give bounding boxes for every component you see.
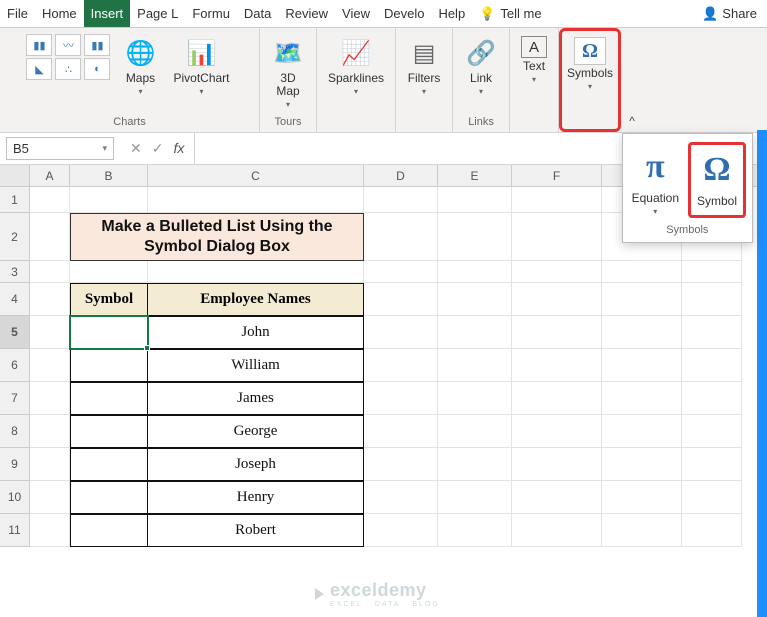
link-icon: 🔗	[464, 36, 498, 70]
chart-area-icon[interactable]: ◣	[26, 58, 52, 80]
row-3[interactable]: 3	[0, 261, 30, 283]
row-7[interactable]: 7	[0, 382, 30, 415]
row-1[interactable]: 1	[0, 187, 30, 213]
group-tours: 🗺️3D Map▾ Tours	[260, 28, 317, 132]
chart-line-icon[interactable]: 〰	[55, 34, 81, 56]
chart-bar-icon[interactable]: ▮▮	[26, 34, 52, 56]
tab-help[interactable]: Help	[431, 0, 472, 27]
link-button[interactable]: 🔗Link▾	[461, 34, 501, 98]
chevron-down-icon: ▾	[102, 143, 107, 154]
tab-insert[interactable]: Insert	[84, 0, 131, 27]
row-6[interactable]: 6	[0, 349, 30, 382]
chevron-down-icon: ▾	[199, 87, 203, 96]
symbols-button[interactable]: ΩSymbols▾	[564, 35, 616, 93]
chevron-down-icon: ▾	[138, 87, 142, 96]
row-10[interactable]: 10	[0, 481, 30, 514]
group-text: AText▾	[510, 28, 559, 132]
bulb-icon: 💡	[479, 6, 495, 22]
row-11[interactable]: 11	[0, 514, 30, 547]
cell-B5[interactable]	[70, 316, 148, 349]
pivotchart-icon: 📊	[185, 36, 219, 70]
col-A[interactable]: A	[30, 165, 70, 186]
cell-C10[interactable]: Henry	[148, 481, 364, 514]
tab-page-layout[interactable]: Page L	[130, 0, 185, 27]
cell-C11[interactable]: Robert	[148, 514, 364, 547]
pivotchart-button[interactable]: 📊PivotChart▾	[170, 34, 232, 98]
fx-icon[interactable]: fx	[173, 140, 184, 157]
group-symbols: ΩSymbols▾	[559, 28, 621, 132]
right-edge	[757, 130, 767, 617]
cell-C6[interactable]: William	[148, 349, 364, 382]
sparkline-icon: 📈	[339, 36, 373, 70]
col-C[interactable]: C	[148, 165, 364, 186]
play-icon	[315, 588, 324, 600]
chart-scatter-icon[interactable]: ∴	[55, 58, 81, 80]
name-box[interactable]: B5▾	[6, 137, 114, 160]
select-all[interactable]	[0, 165, 30, 186]
chart-pie-icon[interactable]: ◐	[84, 58, 110, 80]
globe-icon: 🌐	[123, 36, 157, 70]
header-symbol[interactable]: Symbol	[70, 283, 148, 316]
group-sparklines: 📈Sparklines▾	[317, 28, 396, 132]
equation-button[interactable]: πEquation▾	[629, 142, 682, 218]
chart-mini-buttons: ▮▮〰▮▮ ◣∴◐	[26, 34, 110, 80]
tab-developer[interactable]: Develo	[377, 0, 431, 27]
tab-formulas[interactable]: Formu	[185, 0, 237, 27]
col-E[interactable]: E	[438, 165, 512, 186]
text-button[interactable]: AText▾	[518, 34, 550, 86]
cell-C8[interactable]: George	[148, 415, 364, 448]
symbol-button[interactable]: ΩSymbol	[688, 142, 746, 218]
omega-icon: Ω	[574, 37, 606, 65]
person-icon: 👤	[702, 6, 718, 22]
check-icon[interactable]: ✓	[152, 140, 164, 157]
3dmap-button[interactable]: 🗺️3D Map▾	[268, 34, 308, 111]
col-F[interactable]: F	[512, 165, 602, 186]
tab-data[interactable]: Data	[237, 0, 278, 27]
row-5[interactable]: 5	[0, 316, 30, 349]
row-9[interactable]: 9	[0, 448, 30, 481]
fill-handle[interactable]	[144, 345, 150, 351]
row-4[interactable]: 4	[0, 283, 30, 316]
map3d-icon: 🗺️	[271, 36, 305, 70]
group-links: 🔗Link▾ Links	[453, 28, 510, 132]
tab-review[interactable]: Review	[278, 0, 335, 27]
sparklines-button[interactable]: 📈Sparklines▾	[325, 34, 387, 98]
cell-C5[interactable]: John	[148, 316, 364, 349]
filters-button[interactable]: ▤Filters▾	[404, 34, 444, 98]
col-B[interactable]: B	[70, 165, 148, 186]
cell-C9[interactable]: Joseph	[148, 448, 364, 481]
symbols-dropdown: πEquation▾ ΩSymbol Symbols	[622, 133, 753, 243]
share-button[interactable]: 👤Share	[692, 0, 767, 27]
pi-icon: π	[632, 144, 678, 190]
cancel-icon[interactable]: ✕	[130, 140, 142, 157]
tab-home[interactable]: Home	[35, 0, 84, 27]
col-D[interactable]: D	[364, 165, 438, 186]
row-8[interactable]: 8	[0, 415, 30, 448]
omega-icon: Ω	[694, 147, 740, 193]
cell-C7[interactable]: James	[148, 382, 364, 415]
chart-col-icon[interactable]: ▮▮	[84, 34, 110, 56]
group-charts: ▮▮〰▮▮ ◣∴◐ 🌐Maps▾ 📊PivotChart▾ Charts	[0, 28, 260, 132]
textbox-icon: A	[521, 36, 547, 58]
menu-tabs: File Home Insert Page L Formu Data Revie…	[0, 0, 767, 28]
maps-button[interactable]: 🌐Maps▾	[120, 34, 160, 98]
tell-me[interactable]: 💡Tell me	[472, 0, 548, 27]
filter-icon: ▤	[407, 36, 441, 70]
header-employee[interactable]: Employee Names	[148, 283, 364, 316]
watermark: exceldemyEXCEL · DATA · BLOG	[315, 580, 440, 608]
title-cell[interactable]: Make a Bulleted List Using theSymbol Dia…	[70, 213, 364, 261]
ribbon: ▮▮〰▮▮ ◣∴◐ 🌐Maps▾ 📊PivotChart▾ Charts 🗺️3…	[0, 28, 767, 133]
ribbon-collapse[interactable]: ^	[621, 28, 643, 132]
group-filters: ▤Filters▾	[396, 28, 453, 132]
row-2[interactable]: 2	[0, 213, 30, 261]
tab-file[interactable]: File	[0, 0, 35, 27]
tab-view[interactable]: View	[335, 0, 377, 27]
